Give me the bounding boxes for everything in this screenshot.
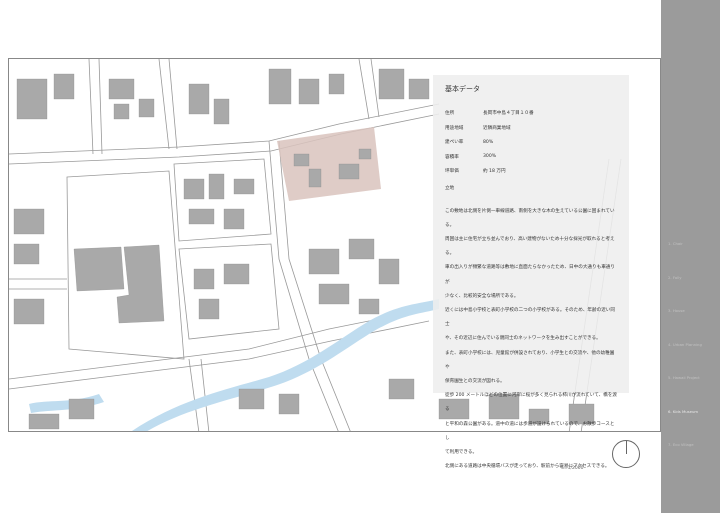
nav-item-hawaii-project[interactable]: 5. Hawaii Project [668, 375, 700, 380]
row-value: 長岡市中島４丁目１０番 [483, 111, 534, 117]
location-paragraph: て利用できる。 [445, 449, 478, 455]
north-arrow-icon [612, 440, 640, 468]
site-highlight [277, 127, 381, 201]
location-paragraph: と平和の森公園がある。道中の道には歩道が設けられているので、お散歩コースとし [445, 421, 615, 441]
row-value: 300% [483, 154, 497, 160]
basic-data-panel: 基本データ 住所 長岡市中島４丁目１０番 用途地域 近隣商業地域 建ぺい率 80% 容… [433, 75, 629, 469]
location-paragraph: 北側にある道路は中央循環バスが走っており、駅前から容易にアクセスできる。 [445, 464, 610, 470]
row-key: 容積率 [445, 154, 459, 160]
location-paragraph: 車の出入りが頻繁な道路等は敷地に直面たらなかったため、日中の大通りも車通りが [445, 265, 615, 285]
data-row-address: 住所 長岡市中島４丁目１０番 [445, 106, 617, 121]
row-key: 坪単価 [445, 169, 459, 175]
row-value: 80% [483, 139, 494, 145]
panel-title: 基本データ [445, 85, 480, 93]
project-sidebar: 1. Chair 2. Folly 3. House 4. Urban Plan… [661, 0, 720, 513]
nav-item-folly[interactable]: 2. Folly [668, 275, 682, 280]
row-value: 近隣商業地域 [483, 125, 511, 131]
data-row-zoning: 用途地域 近隣商業地域 [445, 121, 617, 136]
row-value: 約 18 万円 [483, 169, 506, 175]
location-paragraph: 少なく、比較的安全な場所である。 [445, 293, 519, 299]
nav-item-house[interactable]: 3. House [668, 308, 685, 313]
location-paragraph: や、その近辺に住んでいる親同士のネットワークを生み出すことができる。 [445, 336, 601, 342]
nav-item-urban-planning[interactable]: 4. Urban Planning [668, 342, 702, 347]
data-row-price: 坪単価 約 18 万円 [445, 164, 617, 179]
location-paragraph: 保育園生との交流が図れる。 [445, 378, 505, 384]
row-key: 建ぺい率 [445, 140, 464, 146]
data-row-coverage: 建ぺい率 80% [445, 135, 617, 150]
nav-item-eco-village[interactable]: 7. Eco Village [668, 442, 694, 447]
row-key: 用途地域 [445, 125, 464, 131]
nav-item-chair[interactable]: 1. Chair [668, 241, 683, 246]
row-key: 住所 [445, 111, 455, 117]
location-paragraph: 周囲は主に住宅が立ち並んでおり、高い建物がないため十分な採光が取れると考える。 [445, 236, 615, 257]
location-paragraph: 徒歩 200 メートルほどの位置に河岸に桜が多く見られる柿川が流れていて、橋を渡… [445, 393, 617, 413]
scale-label: S=1/2000 [561, 466, 584, 471]
nav-item-kids-museum[interactable]: 6. Kids Museum [668, 409, 698, 414]
location-paragraph: この敷地は北側を片側一車線道路、南側を大きな木の生えている公園に囲まれている。 [445, 208, 615, 228]
data-row-far: 容積率 300% [445, 150, 617, 165]
location-heading: 立地 [445, 185, 455, 191]
location-paragraph: また、表町小学校には、児童館が併設されており、小学生との交流や、他の幼稚園や [445, 350, 615, 370]
location-paragraph: 近くには中島小学校と表町小学校の二つの小学校がある。そのため、年齢の近い同士 [445, 307, 615, 328]
